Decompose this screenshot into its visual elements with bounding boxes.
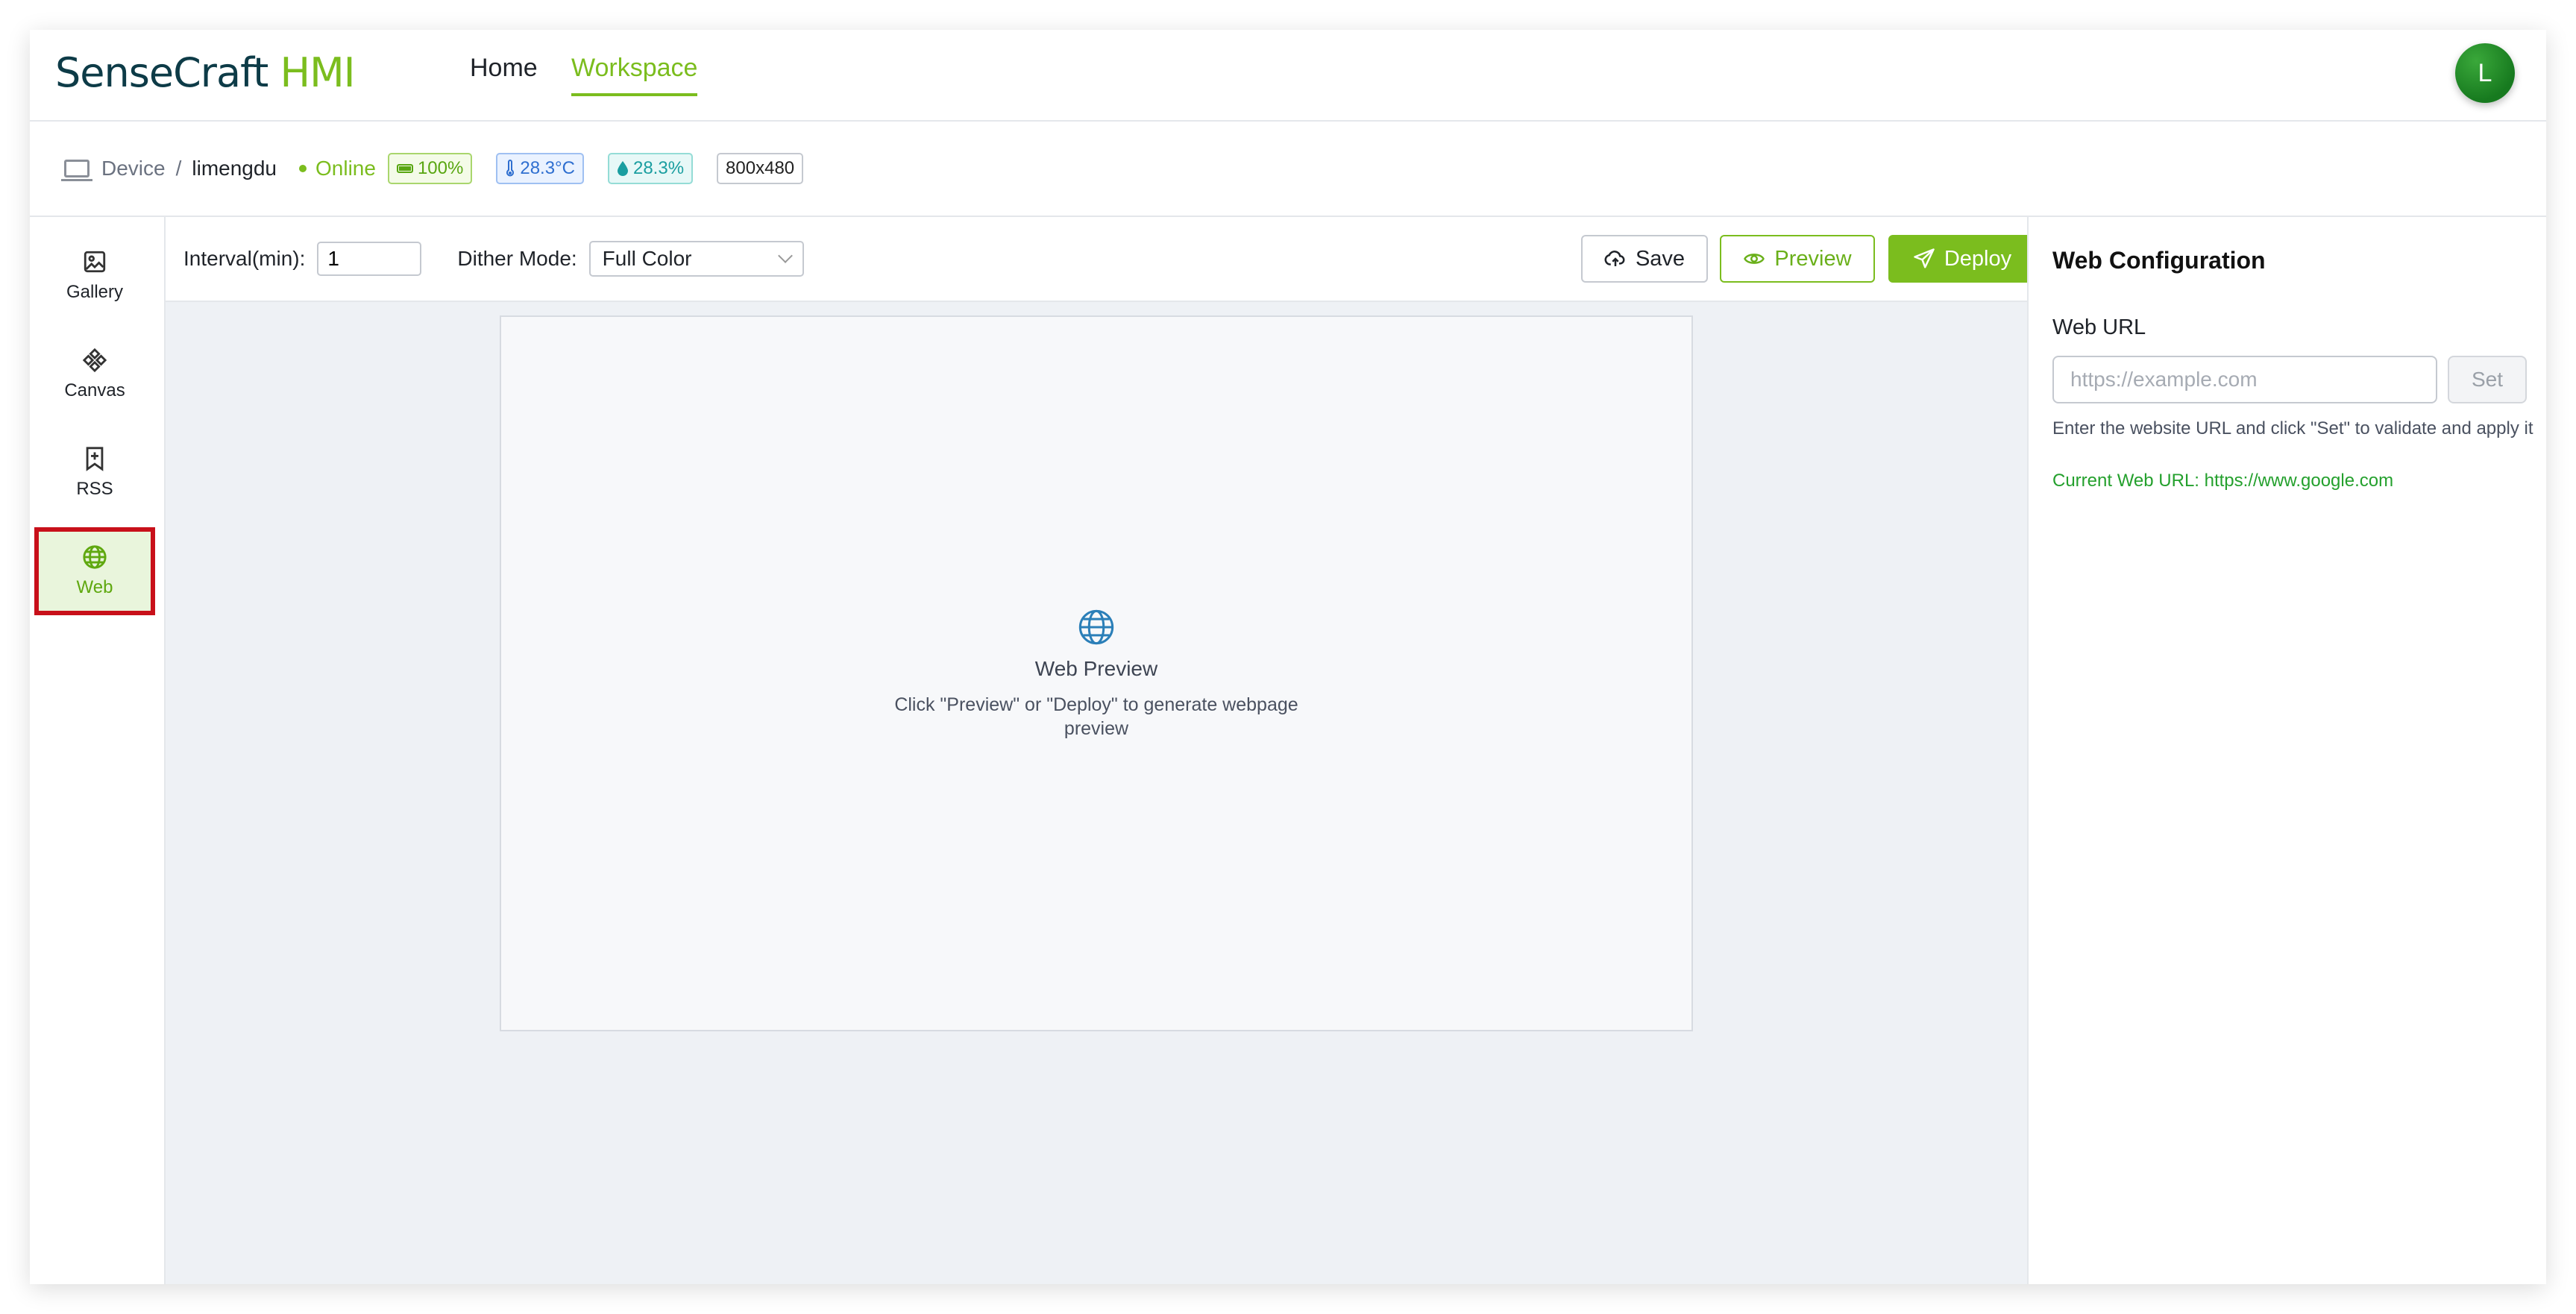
sidebar-item-canvas[interactable]: Canvas — [34, 330, 155, 418]
sidebar-item-rss[interactable]: RSS — [34, 429, 155, 517]
current-web-url: Current Web URL: https://www.google.com — [2052, 471, 2394, 491]
preview-subtitle: Click "Preview" or "Deploy" to generate … — [894, 694, 1298, 739]
workspace-toolbar: Interval(min): Dither Mode: Full Color S… — [166, 217, 2036, 302]
laptop-icon — [61, 160, 92, 181]
interval-input[interactable] — [317, 242, 422, 276]
humidity-badge: 28.3% — [607, 153, 694, 184]
dither-mode-select[interactable]: Full Color — [588, 241, 804, 277]
droplet-icon — [617, 161, 628, 176]
device-status: Online — [315, 157, 376, 180]
logo-text: SenseCraft — [55, 49, 268, 96]
battery-value: 100% — [417, 158, 464, 178]
top-navigation: SenseCraft HMI Home Workspace L — [30, 30, 2546, 122]
breadcrumb-device[interactable]: Device — [101, 157, 166, 180]
sidebar-item-web[interactable]: Web — [34, 527, 155, 615]
preview-button-label: Preview — [1774, 246, 1852, 271]
preview-title: Web Preview — [1034, 657, 1158, 680]
battery-badge: 100% — [387, 153, 473, 184]
save-button-label: Save — [1635, 246, 1686, 271]
app-window: SenseCraft HMI Home Workspace L Device /… — [30, 30, 2546, 1284]
temperature-badge: 28.3°C — [496, 153, 584, 184]
dither-mode-value: Full Color — [602, 247, 692, 270]
nav-home[interactable]: Home — [470, 54, 538, 93]
web-url-input[interactable] — [2052, 356, 2437, 403]
canvas-icon — [82, 348, 107, 373]
humidity-value: 28.3% — [632, 158, 685, 178]
deploy-button[interactable]: Deploy — [1888, 235, 2036, 283]
web-configuration-panel: Web Configuration Web URL Set Enter the … — [2027, 217, 2546, 1284]
image-icon — [84, 251, 106, 273]
url-help-text: Enter the website URL and click "Set" to… — [2052, 418, 2533, 438]
save-button[interactable]: Save — [1581, 235, 1708, 283]
resolution-badge: 800x480 — [717, 153, 804, 184]
nav-workspace[interactable]: Workspace — [571, 54, 698, 96]
sidebar-item-label: Canvas — [64, 380, 125, 400]
sidebar-item-label: RSS — [76, 479, 113, 499]
globe-icon — [83, 545, 107, 569]
breadcrumb-separator: / — [175, 157, 182, 180]
web-preview-frame: Web Preview Click "Preview" or "Deploy" … — [500, 315, 1693, 1031]
set-url-button[interactable]: Set — [2448, 356, 2527, 403]
battery-icon — [396, 164, 413, 173]
sidebar-item-label: Gallery — [66, 282, 124, 302]
globe-icon — [1078, 609, 1114, 645]
workspace-area: Web Preview Click "Preview" or "Deploy" … — [166, 302, 2027, 1284]
bookmark-plus-icon — [86, 447, 104, 471]
cloud-upload-icon — [1604, 251, 1625, 266]
eye-icon — [1744, 254, 1765, 264]
temperature-value: 28.3°C — [520, 158, 575, 178]
chevron-down-icon — [777, 248, 793, 263]
deploy-button-label: Deploy — [1944, 246, 2012, 271]
send-icon — [1914, 248, 1935, 268]
thermometer-icon — [506, 160, 515, 177]
sidebar-item-label: Web — [76, 577, 113, 597]
dither-mode-label: Dither Mode: — [457, 247, 577, 270]
device-info-bar: Device / limengdu Online 100% 28.3°C 28.… — [30, 122, 2546, 217]
preview-button[interactable]: Preview — [1720, 235, 1875, 283]
device-name: limengdu — [192, 157, 277, 180]
sidebar-item-gallery[interactable]: Gallery — [34, 232, 155, 320]
left-sidebar: Gallery Canvas RSS Web — [30, 217, 166, 1284]
status-dot-icon — [299, 165, 307, 172]
interval-label: Interval(min): — [183, 247, 306, 270]
logo-accent-text: HMI — [280, 49, 355, 96]
panel-title: Web Configuration — [2052, 247, 2266, 274]
user-avatar[interactable]: L — [2455, 43, 2515, 103]
preview-placeholder: Web Preview Click "Preview" or "Deploy" … — [501, 608, 1691, 741]
web-url-label: Web URL — [2052, 315, 2146, 339]
app-logo[interactable]: SenseCraft HMI — [55, 49, 356, 96]
